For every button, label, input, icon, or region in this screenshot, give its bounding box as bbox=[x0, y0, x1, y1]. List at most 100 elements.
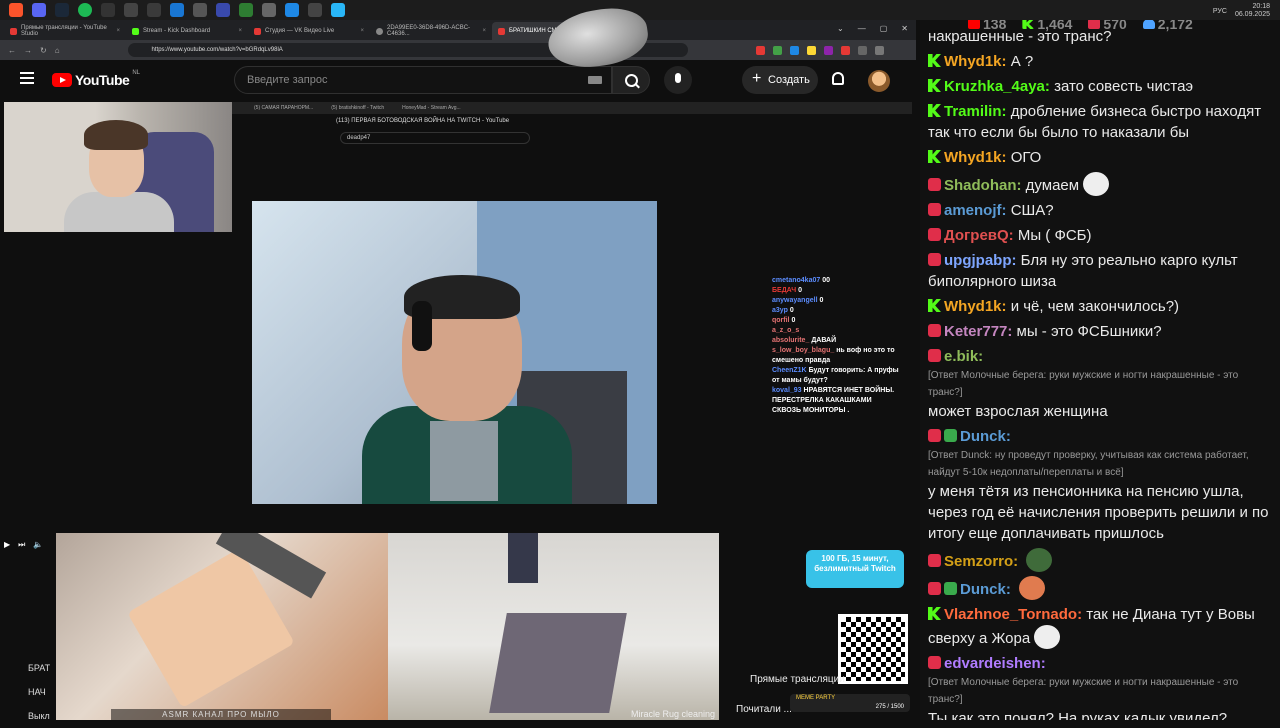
vk-live-badge-icon bbox=[928, 582, 941, 595]
keyboard-icon[interactable] bbox=[588, 76, 602, 84]
chat-username[interactable]: Tramilin: bbox=[944, 103, 1007, 120]
chat-username[interactable]: Semzorro: bbox=[944, 553, 1018, 570]
extension-icon[interactable] bbox=[772, 45, 782, 55]
kick-favicon-icon bbox=[132, 27, 139, 35]
vk-live-badge-icon bbox=[928, 324, 941, 337]
chat-reply-quote: [Ответ Молочные берега: руки мужские и н… bbox=[928, 677, 1239, 705]
extension-icon[interactable] bbox=[789, 45, 799, 55]
maximize-button[interactable]: ▢ bbox=[880, 24, 888, 33]
minimize-button[interactable]: — bbox=[858, 24, 866, 33]
avatar[interactable] bbox=[868, 70, 890, 92]
create-button[interactable]: Создать bbox=[742, 65, 818, 94]
app-icon[interactable] bbox=[285, 3, 299, 17]
hamburger-menu-icon[interactable] bbox=[20, 72, 34, 84]
chat-username[interactable]: Keter777: bbox=[944, 323, 1012, 340]
chat-message: Shadohan: думаем bbox=[920, 172, 1280, 196]
extension-icon[interactable] bbox=[806, 45, 816, 55]
app-icon[interactable] bbox=[216, 3, 230, 17]
app-icon[interactable] bbox=[331, 3, 345, 17]
chat-username[interactable]: e.bik: bbox=[944, 348, 983, 365]
player-controls: ▶ ⏭ 🔈 bbox=[4, 540, 54, 554]
app-icon[interactable] bbox=[262, 3, 276, 17]
rug-cleaning-video: Miracle Rug cleaning bbox=[388, 533, 719, 720]
close-button[interactable]: ✕ bbox=[901, 24, 908, 33]
browser-tab[interactable]: Stream - Kick Dashboard × bbox=[126, 22, 248, 40]
chat-message: Tramilin: дробление бизнеса быстро наход… bbox=[920, 101, 1280, 143]
live-streams-label[interactable]: Прямые трансляции bbox=[750, 674, 845, 685]
globe-icon bbox=[376, 27, 383, 35]
app-icon[interactable] bbox=[170, 3, 184, 17]
chat-username[interactable]: edvardeishen: bbox=[944, 655, 1046, 672]
chat-message: Whyd1k: А ? bbox=[920, 51, 1280, 72]
multichat-panel: 138 1,464 570 2,172 накрашенные - это тр… bbox=[920, 20, 1280, 720]
chat-username[interactable]: Whyd1k: bbox=[944, 149, 1007, 166]
chat-username[interactable]: Whyd1k: bbox=[944, 298, 1007, 315]
extension-icon[interactable] bbox=[755, 45, 765, 55]
brave-icon[interactable] bbox=[9, 3, 23, 17]
vk-live-badge-icon bbox=[928, 178, 941, 191]
chat-username[interactable]: Whyd1k: bbox=[944, 53, 1007, 70]
app-icon[interactable] bbox=[193, 3, 207, 17]
app-icon[interactable] bbox=[239, 3, 253, 17]
close-tab-icon[interactable]: × bbox=[238, 28, 242, 34]
discord-icon[interactable] bbox=[32, 3, 46, 17]
volume-icon[interactable]: 🔈 bbox=[33, 540, 43, 554]
qr-code bbox=[838, 614, 908, 684]
clock[interactable]: 20:18 06.09.2025 bbox=[1235, 3, 1270, 19]
kick-badge-icon bbox=[928, 299, 941, 312]
app-icon[interactable] bbox=[101, 3, 115, 17]
extension-icon[interactable] bbox=[823, 45, 833, 55]
chat-username[interactable]: Dunck: bbox=[960, 581, 1011, 598]
reload-icon[interactable]: ↻ bbox=[40, 46, 47, 55]
steam-icon[interactable] bbox=[55, 3, 69, 17]
download-icon[interactable] bbox=[874, 45, 884, 55]
next-icon[interactable]: ⏭ bbox=[18, 540, 25, 554]
search-button[interactable] bbox=[612, 66, 650, 94]
chat-username[interactable]: ДогревQ: bbox=[944, 227, 1014, 244]
kick-badge-icon bbox=[928, 150, 941, 163]
chat-line: koval_93 НРАВЯТСЯ ИНЕТ ВОЙНЫ. ПЕРЕСТРЕЛК… bbox=[772, 387, 895, 414]
close-tab-icon[interactable]: × bbox=[360, 28, 364, 34]
chat-username[interactable]: Dunck: bbox=[960, 428, 1011, 445]
home-icon[interactable]: ⌂ bbox=[55, 46, 60, 55]
youtube-logo[interactable]: YouTube NL bbox=[52, 70, 140, 88]
chat-message: Dunck: bbox=[920, 576, 1280, 600]
system-tray: РУС 20:18 06.09.2025 bbox=[1213, 3, 1270, 19]
microphone-icon[interactable] bbox=[664, 66, 692, 94]
chat-line: БЕДАЧ 0 bbox=[772, 287, 802, 294]
back-icon[interactable]: ← bbox=[8, 46, 16, 55]
chat-username[interactable]: Shadohan: bbox=[944, 177, 1022, 194]
dropdown-icon[interactable]: ⌄ bbox=[837, 24, 844, 33]
forward-icon[interactable]: → bbox=[24, 46, 32, 55]
close-tab-icon[interactable]: × bbox=[116, 28, 120, 34]
browser-tab[interactable]: Студия — VK Видео Live × bbox=[248, 22, 370, 40]
chat-username[interactable]: upgjpabp: bbox=[944, 252, 1016, 269]
app-icon[interactable] bbox=[124, 3, 138, 17]
play-icon[interactable]: ▶ bbox=[4, 540, 10, 554]
search-input[interactable]: Введите запрос bbox=[234, 66, 612, 94]
browser-tab[interactable]: Прямые трансляции - YouTube Studio × bbox=[4, 22, 126, 40]
chat-username[interactable]: Kruzhka_4aya: bbox=[944, 78, 1050, 95]
chat-emote-icon bbox=[1026, 548, 1053, 572]
notifications-bell-icon[interactable] bbox=[832, 72, 844, 85]
extension-icon[interactable] bbox=[857, 45, 867, 55]
spotify-icon[interactable] bbox=[78, 3, 92, 17]
browser-tab[interactable]: 2DA99EE0-36D8-496D-ACBC-C4636... × bbox=[370, 22, 492, 40]
close-tab-icon[interactable]: × bbox=[482, 28, 486, 34]
app-icon[interactable] bbox=[308, 3, 322, 17]
video-frame[interactable] bbox=[252, 201, 657, 504]
vk-live-badge-icon bbox=[928, 203, 941, 216]
chat-username[interactable]: amenojf: bbox=[944, 202, 1007, 219]
language-indicator[interactable]: РУС bbox=[1213, 8, 1227, 15]
rug bbox=[489, 613, 627, 713]
kick-badge-icon bbox=[928, 54, 941, 67]
chat-username[interactable]: Vlazhnoe_Tornado: bbox=[944, 606, 1082, 623]
read-label[interactable]: Почитали ... bbox=[736, 704, 792, 715]
chat-text: США? bbox=[1010, 202, 1054, 219]
vk-live-badge-icon bbox=[928, 228, 941, 241]
chat-emote-icon bbox=[1019, 576, 1046, 600]
app-icon[interactable] bbox=[147, 3, 161, 17]
chat-line: qorfil 0 bbox=[772, 317, 796, 324]
extension-icon[interactable] bbox=[840, 45, 850, 55]
vk-live-badge-icon bbox=[928, 429, 941, 442]
